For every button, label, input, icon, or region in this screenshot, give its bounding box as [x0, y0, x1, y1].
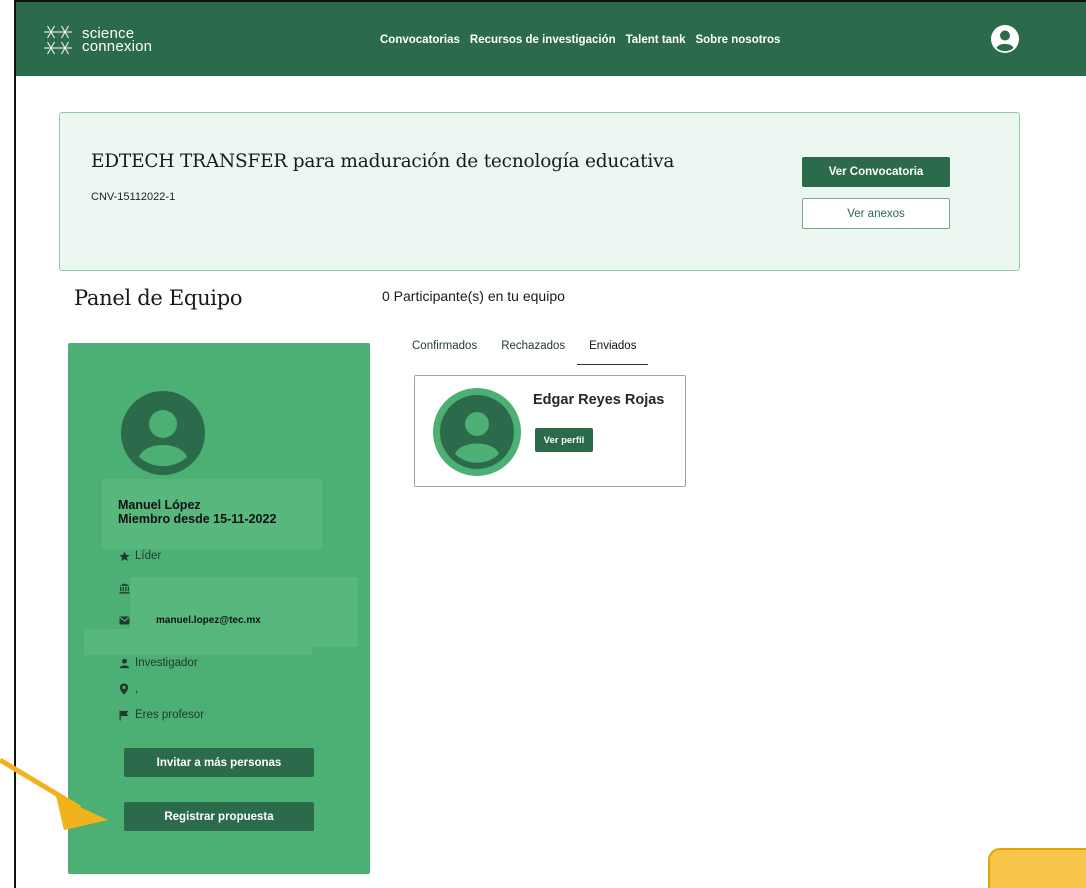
redaction-block — [84, 629, 312, 655]
nav-talent-tank[interactable]: Talent tank — [626, 34, 686, 46]
nav-sobre-nosotros[interactable]: Sobre nosotros — [695, 34, 780, 46]
institution-icon — [118, 582, 130, 594]
annotation-arrow-icon — [0, 757, 108, 830]
profile-type-label: Investigador — [135, 657, 198, 669]
member-name: Manuel López — [118, 498, 201, 512]
call-code: CNV-15112022-1 — [91, 191, 176, 203]
institution-row — [118, 582, 135, 594]
location-row: , — [118, 683, 138, 695]
member-since: Miembro desde 15-11-2022 — [118, 512, 277, 526]
logo-wordmark: science connexion — [82, 26, 153, 55]
register-proposal-button[interactable]: Registrar propuesta — [124, 802, 314, 831]
participant-name: Edgar Reyes Rojas — [533, 392, 665, 408]
role-row: Líder — [118, 550, 161, 562]
avatar — [121, 391, 205, 475]
logo-line-2: connexion — [82, 38, 153, 55]
member-email: manuel.lopez@tec.mx — [156, 615, 261, 626]
teacher-label: Eres profesor — [135, 709, 205, 721]
tab-confirmados[interactable]: Confirmados — [412, 340, 477, 365]
call-title: EDTECH TRANSFER para maduración de tecno… — [91, 151, 675, 172]
view-annexes-button[interactable]: Ver anexos — [802, 198, 950, 229]
app-window: science connexion Convocatorias Recursos… — [14, 0, 1086, 888]
logo[interactable]: science connexion — [40, 22, 152, 58]
email-row — [118, 614, 135, 626]
location-label: , — [135, 683, 139, 695]
call-summary-card: EDTECH TRANSFER para maduración de tecno… — [59, 112, 1020, 271]
role-label: Líder — [135, 550, 162, 562]
main-nav: Convocatorias Recursos de investigación … — [380, 34, 780, 46]
tab-enviados[interactable]: Enviados — [577, 340, 649, 365]
participant-card: Edgar Reyes Rojas Ver perfil — [414, 375, 686, 487]
logo-snowflake-icon — [40, 22, 76, 58]
participant-tabs: Confirmados Rechazados Enviados — [412, 340, 672, 365]
annotation-badge — [988, 848, 1086, 888]
top-navbar: science connexion Convocatorias Recursos… — [16, 2, 1086, 76]
user-account-icon[interactable] — [990, 24, 1020, 54]
profile-type-row: Investigador — [118, 657, 198, 669]
teacher-row: Eres profesor — [118, 709, 204, 721]
invite-people-button[interactable]: Invitar a más personas — [124, 748, 314, 777]
tab-rechazados[interactable]: Rechazados — [501, 340, 565, 365]
view-profile-button[interactable]: Ver perfil — [535, 428, 593, 452]
member-name-block: Manuel López Miembro desde 15-11-2022 — [102, 479, 322, 549]
star-icon — [118, 550, 130, 562]
mail-icon — [118, 614, 130, 626]
nav-convocatorias[interactable]: Convocatorias — [380, 34, 460, 46]
participant-avatar — [433, 388, 521, 476]
page-title: Panel de Equipo — [74, 286, 243, 310]
participants-count: 0 Participante(s) en tu equipo — [382, 288, 565, 304]
location-pin-icon — [118, 683, 130, 695]
view-call-button[interactable]: Ver Convocatoria — [802, 157, 950, 187]
nav-recursos-investigacion[interactable]: Recursos de investigación — [470, 34, 616, 46]
flag-icon — [118, 709, 130, 721]
person-icon — [118, 657, 130, 669]
